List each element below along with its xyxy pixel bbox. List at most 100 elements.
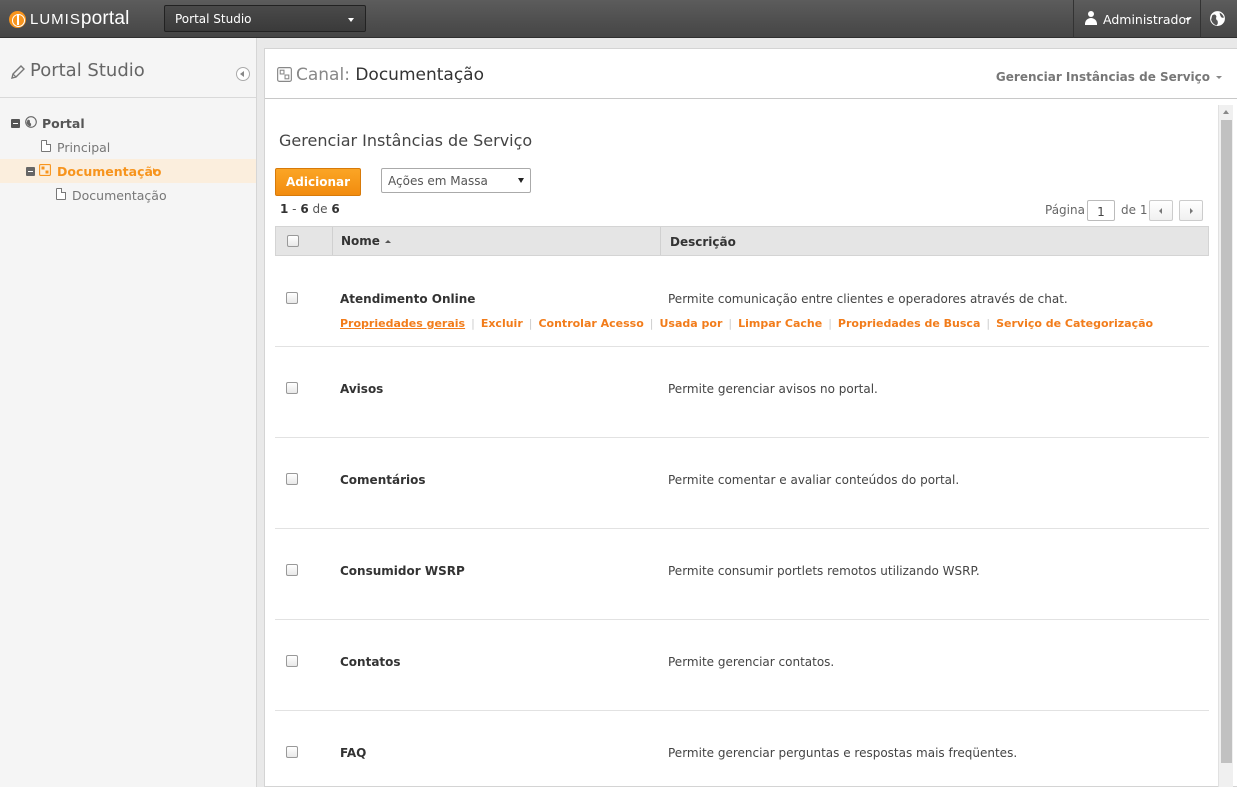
action-access-control[interactable]: Controlar Acesso [538, 317, 643, 330]
action-clear-cache[interactable]: Limpar Cache [738, 317, 822, 330]
row-checkbox[interactable] [286, 746, 298, 758]
scroll-up-arrow-icon[interactable] [1223, 110, 1229, 114]
page-title-channel: Documentação [355, 65, 484, 85]
current-item-arrow-icon [153, 168, 157, 174]
row-name[interactable]: Consumidor WSRP [340, 564, 465, 578]
tree-item-label: Documentação [72, 188, 167, 203]
tree-item-documentacao[interactable]: Documentação [0, 159, 256, 183]
brand-prefix: LUMIS [30, 11, 81, 28]
bulk-actions-value: Ações em Massa [388, 174, 488, 188]
row-name[interactable]: Contatos [340, 655, 401, 669]
brand-suffix: portal [80, 8, 130, 29]
next-page-button[interactable] [1179, 200, 1203, 221]
action-categorization-service[interactable]: Serviço de Categorização [996, 317, 1153, 330]
site-select-value: Portal Studio [175, 12, 252, 26]
page-total-label: de 1 [1121, 203, 1148, 217]
collapse-sidebar-button[interactable] [236, 67, 250, 81]
table-row: Contatos Permite gerenciar contatos. [275, 620, 1209, 711]
count-of: de [312, 202, 328, 216]
manage-instances-menu[interactable]: Gerenciar Instâncias de Serviço [996, 70, 1222, 84]
pencil-icon [11, 65, 25, 79]
page-icon [56, 188, 66, 200]
page-number-input[interactable]: 1 [1087, 200, 1115, 221]
manage-instances-label: Gerenciar Instâncias de Serviço [995, 70, 1210, 84]
tree-item-portal[interactable]: Portal [0, 111, 256, 135]
sidebar-title: Portal Studio [30, 60, 145, 81]
tree-item-label: Documentação [57, 164, 162, 179]
table-row: Avisos Permite gerenciar avisos no porta… [275, 347, 1209, 438]
page-label: Página [1045, 203, 1085, 217]
row-description: Permite consumir portlets remotos utiliz… [668, 564, 980, 578]
action-delete[interactable]: Excluir [481, 317, 523, 330]
logo[interactable]: LUMISportal [9, 7, 130, 31]
globe-icon[interactable] [1209, 10, 1226, 27]
row-description: Permite gerenciar perguntas e respostas … [668, 746, 1018, 760]
page-title: Canal: Documentação [296, 65, 484, 85]
table-header: Nome Descrição [275, 226, 1209, 256]
lumis-logo-icon [9, 10, 26, 28]
row-checkbox[interactable] [286, 473, 298, 485]
top-bar: LUMISportal Portal Studio Administrador [0, 0, 1237, 38]
column-header-description: Descrição [670, 235, 736, 249]
select-all-cell [276, 227, 333, 255]
collapse-toggle-icon[interactable] [11, 119, 20, 128]
row-name[interactable]: Avisos [340, 382, 383, 396]
count-total: 6 [331, 202, 340, 216]
result-count: 1 - 6 de 6 [280, 202, 340, 216]
action-general-properties[interactable]: Propriedades gerais [340, 317, 465, 330]
table-row: Consumidor WSRP Permite consumir portlet… [275, 529, 1209, 620]
site-select[interactable]: Portal Studio [164, 5, 366, 32]
column-header-name-label: Nome [341, 234, 380, 248]
table-row: Atendimento Online Permite comunicação e… [275, 256, 1209, 347]
section-title: Gerenciar Instâncias de Serviço [279, 131, 533, 150]
previous-page-button[interactable] [1149, 200, 1173, 221]
row-checkbox[interactable] [286, 292, 298, 304]
page-icon [41, 140, 51, 152]
row-description: Permite comunicação entre clientes e ope… [668, 292, 1068, 306]
user-icon [1084, 11, 1098, 25]
channel-header: Canal: Documentação Gerenciar Instâncias… [265, 49, 1237, 99]
sidebar: Portal Studio Portal Principal Documenta… [0, 38, 257, 787]
sidebar-header: Portal Studio [0, 38, 256, 98]
scrollbar-thumb[interactable] [1221, 120, 1232, 763]
channel-icon [39, 164, 51, 176]
column-header-name[interactable]: Nome [333, 227, 661, 255]
row-description: Permite gerenciar avisos no portal. [668, 382, 878, 396]
row-actions: Propriedades gerais | Excluir | Controlar Ac… [340, 317, 1154, 330]
chevron-down-icon [348, 18, 354, 22]
content-frame: Gerenciar Instâncias de Serviço Adiciona… [265, 105, 1237, 787]
sort-ascending-icon [384, 240, 391, 243]
main-panel: Canal: Documentação Gerenciar Instâncias… [264, 48, 1237, 787]
row-description: Permite comentar e avaliar conteúdos do … [668, 473, 960, 487]
action-search-properties[interactable]: Propriedades de Busca [838, 317, 980, 330]
user-menu[interactable]: Administrador [1073, 0, 1201, 38]
collapse-toggle-icon[interactable] [26, 167, 35, 176]
chevron-down-icon [518, 178, 524, 183]
tree-item-label: Portal [42, 116, 85, 131]
globe-icon [25, 116, 37, 128]
table-row: FAQ Permite gerenciar perguntas e respos… [275, 711, 1209, 787]
add-button[interactable]: Adicionar [275, 168, 361, 196]
table-row: Comentários Permite comentar e avaliar c… [275, 438, 1209, 529]
chevron-down-icon [1216, 76, 1222, 79]
channel-icon [277, 67, 292, 82]
row-name[interactable]: FAQ [340, 746, 366, 760]
tree-item-documentacao-page[interactable]: Documentação [0, 183, 256, 207]
bulk-actions-select[interactable]: Ações em Massa [381, 168, 531, 193]
page-title-prefix: Canal: [296, 65, 350, 85]
action-used-by[interactable]: Usada por [659, 317, 722, 330]
row-checkbox[interactable] [286, 564, 298, 576]
user-name: Administrador [1103, 12, 1192, 27]
chevron-down-icon [1185, 18, 1191, 21]
count-start: 1 [280, 202, 289, 216]
tree-item-label: Principal [57, 140, 111, 155]
row-checkbox[interactable] [286, 655, 298, 667]
row-name[interactable]: Comentários [340, 473, 426, 487]
count-end: 6 [300, 202, 309, 216]
row-name[interactable]: Atendimento Online [340, 292, 475, 306]
row-checkbox[interactable] [286, 382, 298, 394]
row-description: Permite gerenciar contatos. [668, 655, 835, 669]
vertical-scrollbar[interactable] [1218, 105, 1233, 787]
tree-item-principal[interactable]: Principal [0, 135, 256, 159]
select-all-checkbox[interactable] [287, 235, 299, 247]
